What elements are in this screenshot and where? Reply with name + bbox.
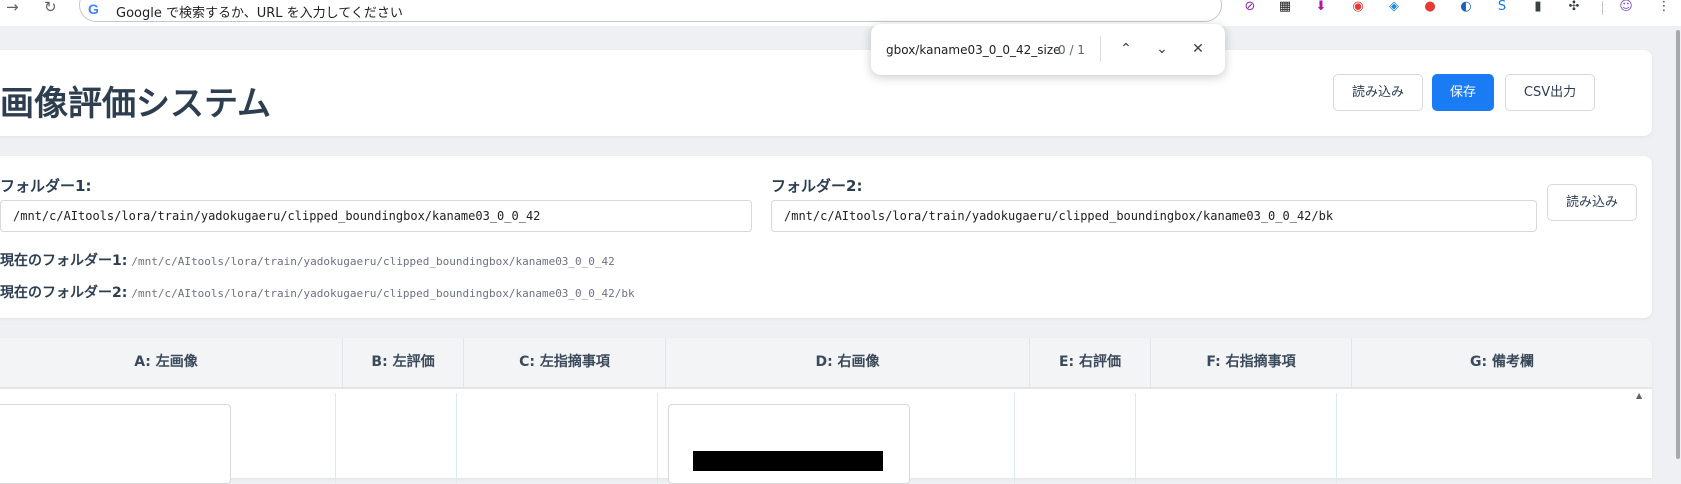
header-card: 画像評価システム 読み込み 保存 CSV出力 bbox=[0, 50, 1652, 136]
column-header-remarks: G: 備考欄 bbox=[1470, 354, 1534, 370]
find-match-count: 0 / 1 bbox=[1058, 43, 1085, 57]
column-header-right-image: D: 右画像 bbox=[666, 338, 1030, 387]
s-extension-icon[interactable]: S bbox=[1494, 0, 1510, 14]
right-image-cell[interactable] bbox=[668, 404, 910, 484]
browser-toolbar: → ↻ G Google で検索するか、URL を入力してください ⊘ ▦ ⬇ … bbox=[0, 0, 1681, 26]
folder-settings-card: フォルダー1: /mnt/c/AItools/lora/train/yadoku… bbox=[0, 156, 1652, 318]
column-divider bbox=[1135, 393, 1136, 483]
column-divider bbox=[1336, 393, 1337, 483]
page-scrollbar-thumb[interactable] bbox=[1676, 30, 1680, 459]
folder2-label: フォルダー2: bbox=[771, 177, 863, 195]
column-divider bbox=[1014, 393, 1015, 483]
find-previous-icon[interactable]: ⌃ bbox=[1114, 37, 1138, 61]
comment-extension-icon[interactable]: ▮ bbox=[1530, 0, 1546, 14]
google-icon: G bbox=[88, 1, 99, 17]
qr-code-icon[interactable]: ▦ bbox=[1277, 0, 1293, 14]
download-extension-icon[interactable]: ⬇ bbox=[1313, 0, 1329, 14]
save-button[interactable]: 保存 bbox=[1432, 74, 1494, 111]
current-folder2-label: 現在のフォルダー2: bbox=[0, 285, 128, 301]
find-query-input[interactable]: gbox/kaname03_0_0_42_size bbox=[886, 43, 1061, 57]
block-extension-icon[interactable]: ⊘ bbox=[1242, 0, 1258, 14]
right-image-preview bbox=[693, 451, 883, 471]
current-folder1-path: /mnt/c/AItools/lora/train/yadokugaeru/cl… bbox=[131, 255, 615, 268]
evaluation-table: A: 左画像 B: 左評価 C: 左指摘事項 D: 右画像 E: 右評価 F: … bbox=[0, 338, 1652, 484]
column-header-right-score: E: 右評価 bbox=[1030, 338, 1151, 387]
current-folder2-path: /mnt/c/AItools/lora/train/yadokugaeru/cl… bbox=[131, 287, 635, 300]
flame-extension-icon[interactable]: ● bbox=[1422, 0, 1438, 14]
reload-icon[interactable]: ↻ bbox=[44, 0, 57, 15]
accessibility-extension-icon[interactable]: ◐ bbox=[1458, 0, 1474, 14]
menu-kebab-icon[interactable]: ⋮ bbox=[1656, 0, 1672, 14]
find-bar: gbox/kaname03_0_0_42_size 0 / 1 ⌃ ⌄ ✕ bbox=[871, 24, 1225, 75]
left-image-cell[interactable] bbox=[0, 404, 231, 484]
address-bar[interactable]: G Google で検索するか、URL を入力してください bbox=[79, 0, 1222, 22]
column-header-left-score: B: 左評価 bbox=[343, 338, 464, 387]
address-placeholder: Google で検索するか、URL を入力してください bbox=[116, 6, 403, 21]
find-divider bbox=[1100, 36, 1101, 62]
folder1-input[interactable]: /mnt/c/AItools/lora/train/yadokugaeru/cl… bbox=[0, 200, 752, 232]
puzzle-icon[interactable]: ✣ bbox=[1566, 0, 1582, 14]
table-header: A: 左画像 B: 左評価 C: 左指摘事項 D: 右画像 E: 右評価 F: … bbox=[0, 338, 1652, 389]
table-scroll-up-icon[interactable]: ▲ bbox=[1636, 391, 1642, 400]
find-close-icon[interactable]: ✕ bbox=[1186, 37, 1210, 61]
folder-load-button[interactable]: 読み込み bbox=[1547, 184, 1637, 221]
profile-avatar-icon[interactable]: ☺ bbox=[1618, 0, 1634, 14]
column-header-left-image: A: 左画像 bbox=[0, 338, 343, 387]
record-extension-icon[interactable]: ◉ bbox=[1350, 0, 1366, 14]
toolbar-divider bbox=[1602, 1, 1603, 15]
current-folder2: 現在のフォルダー2:/mnt/c/AItools/lora/train/yado… bbox=[0, 282, 635, 302]
column-header-left-notes: C: 左指摘事項 bbox=[464, 338, 666, 387]
column-divider bbox=[657, 393, 658, 483]
load-button[interactable]: 読み込み bbox=[1333, 74, 1423, 111]
page-title: 画像評価システム bbox=[0, 84, 271, 124]
column-divider bbox=[456, 393, 457, 483]
bot-extension-icon[interactable]: ◈ bbox=[1386, 0, 1402, 14]
find-next-icon[interactable]: ⌄ bbox=[1150, 37, 1174, 61]
folder2-input[interactable]: /mnt/c/AItools/lora/train/yadokugaeru/cl… bbox=[771, 200, 1537, 232]
current-folder1: 現在のフォルダー1:/mnt/c/AItools/lora/train/yado… bbox=[0, 250, 615, 270]
current-folder1-label: 現在のフォルダー1: bbox=[0, 253, 128, 269]
forward-icon[interactable]: → bbox=[6, 0, 19, 15]
column-divider bbox=[335, 393, 336, 483]
csv-export-button[interactable]: CSV出力 bbox=[1505, 74, 1595, 111]
folder1-label: フォルダー1: bbox=[0, 177, 92, 195]
column-header-right-notes: F: 右指摘事項 bbox=[1151, 338, 1352, 387]
